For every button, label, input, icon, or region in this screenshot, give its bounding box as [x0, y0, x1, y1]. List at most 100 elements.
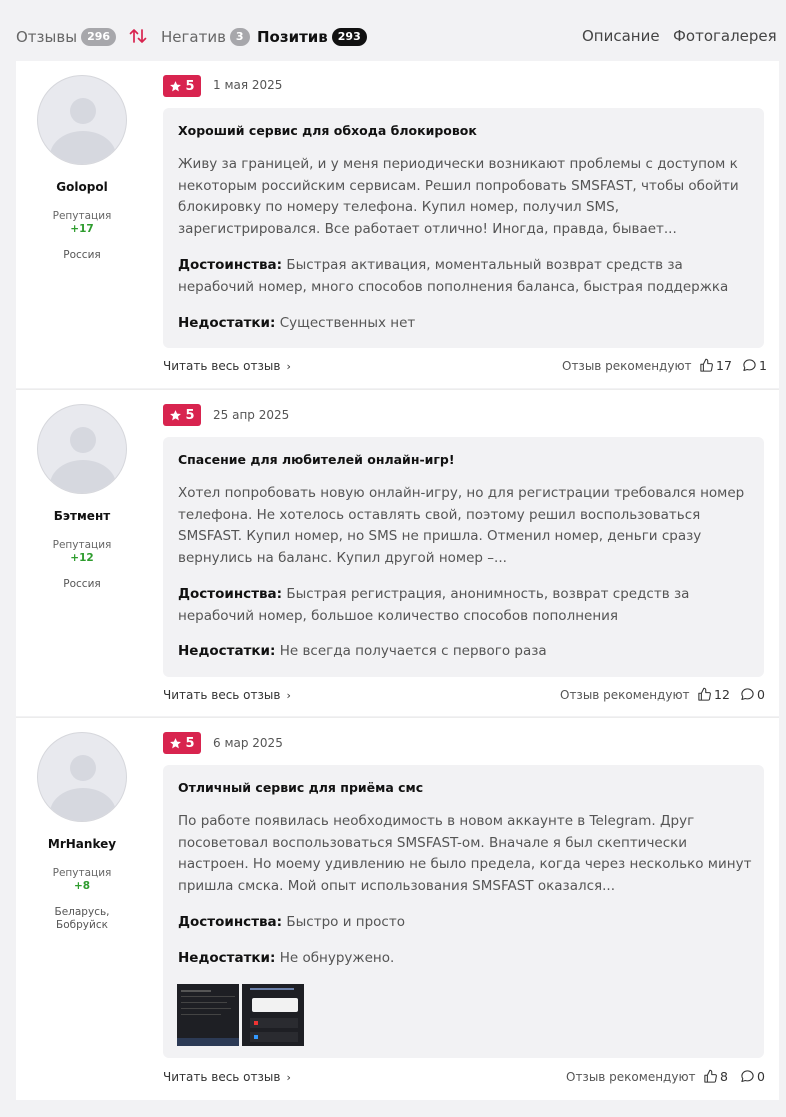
comment-button[interactable]: 0 — [740, 687, 765, 702]
cons-label: Недостатки: — [178, 643, 276, 659]
author-location: Беларусь, Бобруйск — [54, 906, 110, 931]
avatar[interactable] — [37, 732, 127, 822]
review-pros: Достоинства: Быстро и просто — [178, 912, 758, 934]
pros-label: Достоинства: — [178, 257, 283, 273]
tab-reviews[interactable]: Отзывы 296 — [16, 27, 117, 47]
review-photos — [177, 984, 304, 1046]
chevron-right-icon: › — [286, 360, 291, 373]
cons-label: Недостатки: — [178, 950, 276, 966]
avatar[interactable] — [37, 404, 127, 494]
review-pros: Достоинства: Быстрая регистрация, аноним… — [178, 584, 758, 627]
reputation-value: +12 — [70, 552, 94, 564]
sort-icon[interactable] — [128, 26, 148, 46]
recommend-label: Отзыв рекомендуют — [566, 1070, 696, 1084]
reputation-label: Репутация — [52, 210, 112, 222]
review-body: Хороший сервис для обхода блокировок Жив… — [163, 108, 764, 348]
review-cons: Недостатки: Не всегда получается с перво… — [178, 641, 758, 663]
rating-value: 5 — [185, 407, 195, 423]
comment-icon — [743, 359, 756, 372]
comment-button[interactable]: 0 — [740, 1069, 765, 1084]
tab-negative-label: Негатив — [161, 28, 226, 46]
pros-text: Быстро и просто — [286, 914, 405, 930]
star-icon — [170, 80, 182, 91]
thumbs-up-icon — [698, 687, 711, 701]
review-date: 6 мар 2025 — [213, 736, 283, 750]
tab-description[interactable]: Описание — [582, 27, 660, 45]
author-name[interactable]: MrHankey — [16, 837, 148, 851]
review-text: Хотел попробовать новую онлайн-игру, но … — [178, 485, 745, 567]
cons-text: Не всегда получается с первого раза — [279, 643, 547, 659]
tab-negative[interactable]: Негатив 3 — [161, 27, 250, 47]
review-card: Golopol Репутация +17 Россия 5 1 мая 202… — [16, 61, 779, 388]
thumbs-up-icon — [700, 358, 713, 372]
author-name[interactable]: Golopol — [16, 180, 148, 194]
rating-badge: 5 — [163, 404, 201, 426]
review-date: 1 мая 2025 — [213, 78, 283, 92]
review-cons: Недостатки: Существенных нет — [178, 313, 758, 335]
pros-label: Достоинства: — [178, 586, 283, 602]
rating-value: 5 — [185, 735, 195, 751]
review-title[interactable]: Хороший сервис для обхода блокировок — [178, 123, 477, 138]
like-count: 17 — [716, 358, 732, 373]
recommend-label: Отзыв рекомендуют — [560, 688, 690, 702]
rating-value: 5 — [185, 78, 195, 94]
cons-text: Не обнуружено. — [279, 950, 395, 966]
review-body: Спасение для любителей онлайн-игр! Хотел… — [163, 437, 764, 677]
tab-positive-label: Позитив — [257, 28, 328, 46]
like-count: 12 — [714, 687, 730, 702]
pros-label: Достоинства: — [178, 914, 283, 930]
recommend-label: Отзыв рекомендуют — [562, 359, 692, 373]
tab-positive-count: 293 — [331, 28, 367, 46]
review-body: Отличный сервис для приёма смс По работе… — [163, 765, 764, 1058]
review-text: По работе появилась необходимость в ново… — [178, 813, 752, 895]
thumbs-up-icon — [704, 1069, 717, 1083]
tab-positive[interactable]: Позитив 293 — [257, 27, 367, 47]
comment-icon — [741, 1070, 754, 1083]
rating-badge: 5 — [163, 75, 201, 97]
tab-negative-count: 3 — [229, 28, 250, 46]
review-title[interactable]: Спасение для любителей онлайн-игр! — [178, 452, 455, 467]
chevron-right-icon: › — [286, 689, 291, 702]
review-text: Живу за границей, и у меня периодически … — [178, 156, 739, 238]
review-pros: Достоинства: Быстрая активация, моментал… — [178, 255, 758, 298]
photo-thumbnail[interactable] — [242, 984, 304, 1046]
photo-thumbnail[interactable] — [177, 984, 239, 1046]
review-title[interactable]: Отличный сервис для приёма смс — [178, 780, 423, 795]
read-more-label: Читать весь отзыв — [163, 1070, 281, 1084]
read-more-link[interactable]: Читать весь отзыв › — [163, 359, 291, 373]
review-date: 25 апр 2025 — [213, 408, 290, 422]
reputation-label: Репутация — [52, 867, 112, 879]
comment-icon — [741, 688, 754, 701]
author-location: Россия — [63, 578, 101, 590]
comment-count: 0 — [757, 687, 765, 702]
comment-count: 0 — [757, 1069, 765, 1084]
comment-button[interactable]: 1 — [742, 358, 767, 373]
author-name[interactable]: Бэтмент — [16, 509, 148, 523]
comment-count: 1 — [759, 358, 767, 373]
review-cons: Недостатки: Не обнуружено. — [178, 948, 758, 970]
review-card: MrHankey Репутация +8 Беларусь, Бобруйск… — [16, 717, 779, 1100]
review-card: Бэтмент Репутация +12 Россия 5 25 апр 20… — [16, 389, 779, 716]
like-count: 8 — [720, 1069, 728, 1084]
like-button[interactable]: 17 — [699, 358, 732, 373]
avatar[interactable] — [37, 75, 127, 165]
chevron-right-icon: › — [286, 1071, 291, 1084]
cons-text: Существенных нет — [279, 315, 416, 331]
cons-label: Недостатки: — [178, 315, 276, 331]
like-button[interactable]: 12 — [697, 687, 730, 702]
read-more-link[interactable]: Читать весь отзыв › — [163, 688, 291, 702]
reputation-value: +17 — [70, 223, 94, 235]
tab-gallery[interactable]: Фотогалерея — [673, 27, 777, 45]
like-button[interactable]: 8 — [703, 1069, 728, 1084]
read-more-label: Читать весь отзыв — [163, 688, 281, 702]
star-icon — [170, 737, 182, 748]
star-icon — [170, 409, 182, 420]
tab-reviews-count: 296 — [81, 28, 117, 46]
tab-reviews-label: Отзывы — [16, 28, 78, 46]
reputation-label: Репутация — [52, 539, 112, 551]
reputation-value: +8 — [73, 880, 91, 892]
read-more-link[interactable]: Читать весь отзыв › — [163, 1070, 291, 1084]
review-tabs-bar: Отзывы 296 Негатив 3 Позитив 293 Описани… — [0, 0, 786, 60]
author-location: Россия — [63, 249, 101, 261]
rating-badge: 5 — [163, 732, 201, 754]
